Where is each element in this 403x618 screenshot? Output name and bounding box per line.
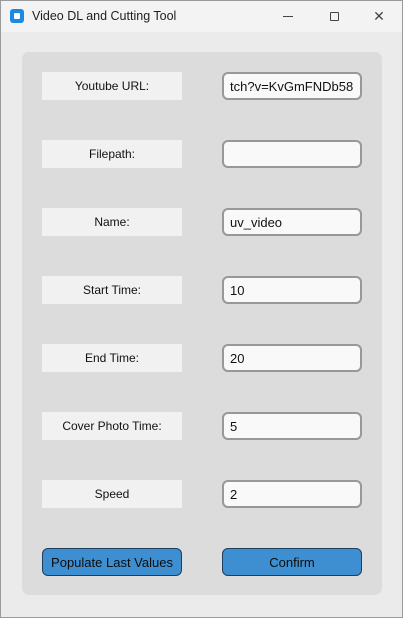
speed-input[interactable] <box>222 480 362 508</box>
confirm-button[interactable]: Confirm <box>222 548 362 576</box>
app-icon <box>10 9 24 23</box>
filepath-label: Filepath: <box>42 140 182 168</box>
maximize-icon <box>329 12 339 21</box>
name-label: Name: <box>42 208 182 236</box>
end-time-input[interactable] <box>222 344 362 372</box>
start-time-input[interactable] <box>222 276 362 304</box>
title-bar[interactable]: Video DL and Cutting Tool ✕ <box>1 1 402 32</box>
populate-last-values-button[interactable]: Populate Last Values <box>42 548 182 576</box>
youtube-url-input[interactable] <box>222 72 362 100</box>
filepath-input[interactable] <box>222 140 362 168</box>
end-time-label: End Time: <box>42 344 182 372</box>
app-window: Video DL and Cutting Tool ✕ Youtube URL:… <box>0 0 403 618</box>
maximize-button[interactable] <box>311 1 357 32</box>
minimize-icon <box>283 16 293 17</box>
close-icon: ✕ <box>373 8 385 24</box>
name-input[interactable] <box>222 208 362 236</box>
speed-label: Speed <box>42 480 182 508</box>
cover-photo-time-label: Cover Photo Time: <box>42 412 182 440</box>
start-time-label: Start Time: <box>42 276 182 304</box>
youtube-url-label: Youtube URL: <box>42 72 182 100</box>
window-title: Video DL and Cutting Tool <box>32 9 177 23</box>
minimize-button[interactable] <box>265 1 311 32</box>
close-button[interactable]: ✕ <box>356 1 402 32</box>
cover-photo-time-input[interactable] <box>222 412 362 440</box>
form-panel <box>22 52 382 595</box>
